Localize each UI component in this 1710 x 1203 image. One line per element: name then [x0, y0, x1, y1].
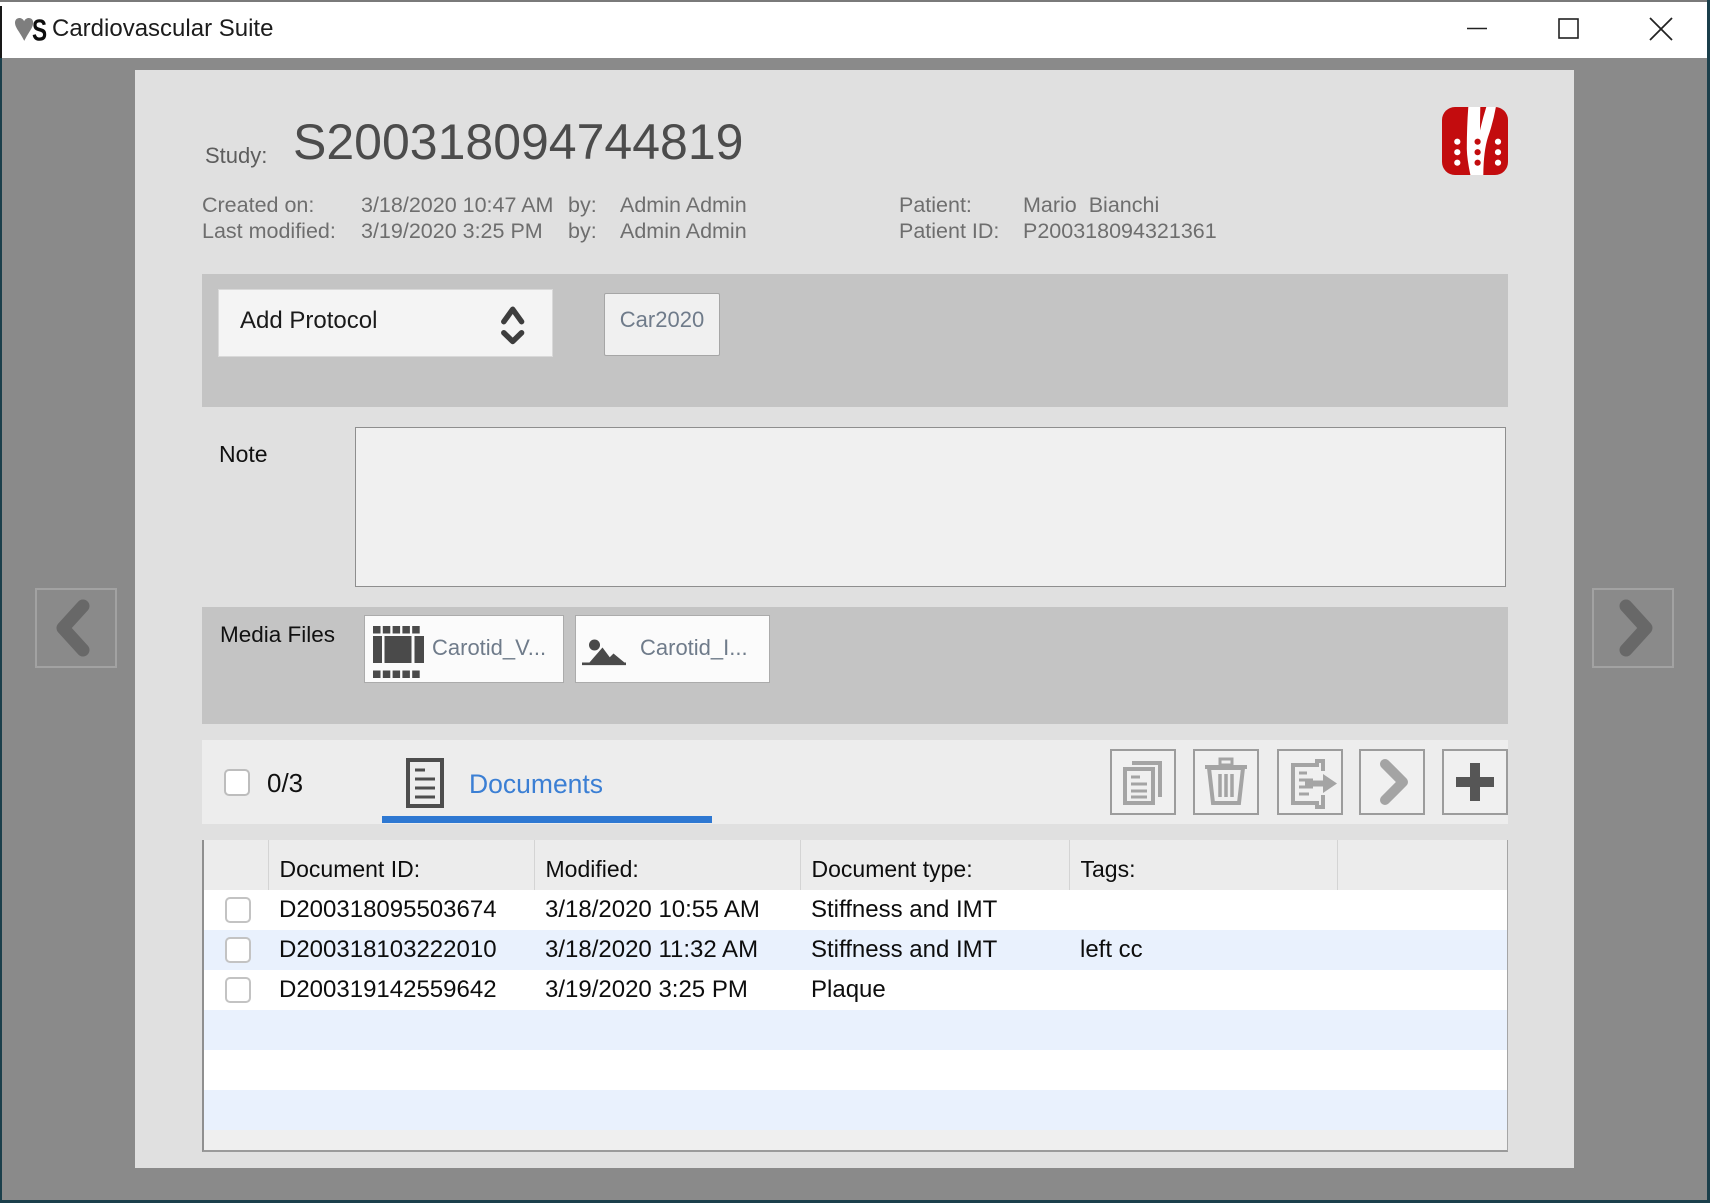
svg-text:S: S — [32, 18, 47, 42]
